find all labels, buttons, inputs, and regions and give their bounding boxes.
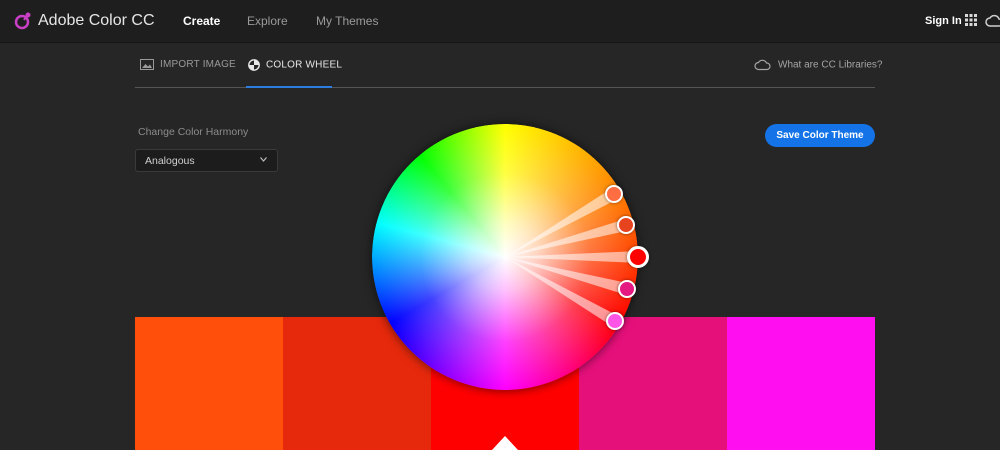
wheel-handle-4[interactable] [618, 280, 636, 298]
cc-libraries-link[interactable]: What are CC Libraries? [754, 59, 882, 71]
wheel-handle-2[interactable] [617, 216, 635, 234]
harmony-dropdown[interactable]: Analogous [135, 149, 278, 172]
color-wheel-icon [248, 59, 260, 71]
chevron-down-icon [260, 157, 267, 162]
swatch-1[interactable] [135, 317, 283, 450]
active-tab-indicator [246, 86, 332, 88]
wheel-handle-3[interactable] [627, 246, 649, 268]
color-wheel[interactable] [372, 124, 649, 390]
top-navigation-bar: Adobe Color CC Create Explore My Themes … [0, 0, 1000, 43]
tab-color-wheel[interactable]: COLOR WHEEL [248, 59, 342, 71]
harmony-ray-4 [505, 257, 629, 295]
image-icon [140, 59, 154, 70]
wheel-handle-1[interactable] [605, 185, 623, 203]
nav-explore[interactable]: Explore [247, 14, 288, 28]
tab-color-wheel-label: COLOR WHEEL [266, 59, 343, 71]
base-color-indicator [492, 436, 518, 450]
wheel-handle-5[interactable] [606, 312, 624, 330]
nav-create[interactable]: Create [183, 14, 220, 28]
tab-import-image-label: IMPORT IMAGE [160, 59, 236, 71]
harmony-ray-5 [505, 257, 619, 327]
nav-my-themes[interactable]: My Themes [316, 14, 378, 28]
sign-in-link[interactable]: Sign In [925, 15, 962, 27]
tab-import-image[interactable]: IMPORT IMAGE [140, 59, 236, 70]
adobe-color-logo-icon[interactable] [14, 11, 32, 31]
harmony-ray-3 [505, 251, 638, 263]
save-color-theme-button[interactable]: Save Color Theme [765, 124, 875, 147]
cc-libraries-label: What are CC Libraries? [778, 59, 883, 71]
creative-cloud-icon[interactable] [985, 13, 1000, 29]
harmony-ray-1 [505, 188, 618, 257]
harmony-selected-value: Analogous [145, 155, 195, 167]
apps-grid-icon[interactable] [965, 14, 977, 26]
app-title[interactable]: Adobe Color CC [38, 12, 155, 30]
swatch-5[interactable] [727, 317, 875, 450]
harmony-label: Change Color Harmony [138, 126, 249, 138]
harmony-rays [505, 188, 638, 327]
libraries-cloud-icon [754, 59, 771, 71]
